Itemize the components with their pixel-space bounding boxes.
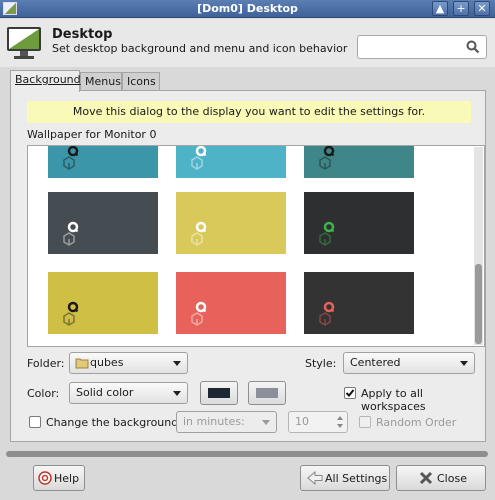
wallpaper-thumbnail[interactable]: [48, 146, 158, 178]
folder-label: Folder:: [27, 357, 65, 370]
style-value: Centered: [350, 356, 401, 369]
qubes-logo-icon: [191, 221, 207, 246]
window-menu-button[interactable]: ▲: [432, 1, 448, 16]
wallpaper-thumbnail[interactable]: [304, 146, 414, 178]
tab-background[interactable]: Background: [10, 70, 81, 92]
interval-unit-value: in minutes:: [183, 415, 245, 428]
all-settings-label: All Settings: [325, 472, 388, 485]
all-settings-button[interactable]: All Settings: [300, 465, 390, 491]
spin-down-icon[interactable]: [337, 424, 343, 428]
wallpaper-thumbnail[interactable]: [304, 272, 414, 334]
notice-banner: Move this dialog to the display you want…: [27, 101, 471, 123]
random-order-checkbox[interactable]: [359, 416, 371, 428]
window-close-button[interactable]: ✕: [474, 1, 490, 16]
window-titlebar[interactable]: [Dom0] Desktop ▲ + ✕: [0, 0, 495, 18]
plus-icon: +: [456, 2, 466, 15]
wallpaper-scrollbar-thumb[interactable]: [475, 264, 482, 344]
help-button[interactable]: Help: [33, 465, 85, 491]
color-label: Color:: [27, 387, 60, 400]
qubes-logo-icon: [319, 301, 335, 326]
apply-all-checkbox[interactable]: [344, 387, 356, 399]
qubes-logo-icon: [319, 146, 335, 170]
change-background-checkbox[interactable]: [29, 416, 41, 428]
qubes-logo-icon: [63, 221, 79, 246]
page-title: Desktop: [52, 27, 113, 42]
secondary-color-button[interactable]: [248, 381, 286, 405]
folder-value: qubes: [90, 356, 124, 369]
tab-menus[interactable]: Menus: [80, 72, 122, 91]
style-select[interactable]: Centered: [343, 352, 475, 374]
folder-icon: [75, 358, 89, 369]
arrow-up-icon: ▲: [435, 2, 445, 15]
background-panel: Move this dialog to the display you want…: [10, 90, 486, 442]
qubes-logo-icon: [63, 301, 79, 326]
chevron-down-icon: [460, 361, 468, 366]
random-order-label: Random Order: [376, 416, 457, 429]
checkmark-icon: [345, 389, 355, 397]
qubes-logo-icon: [319, 221, 335, 246]
help-icon: [38, 471, 52, 485]
primary-color-button[interactable]: [200, 381, 238, 405]
interval-spinner[interactable]: 10: [288, 411, 348, 433]
qubes-logo-icon: [191, 146, 207, 170]
color-mode-value: Solid color: [76, 386, 134, 399]
chevron-down-icon: [173, 391, 181, 396]
primary-color-swatch: [208, 388, 230, 398]
close-icon: ✕: [477, 2, 487, 15]
interval-unit-select[interactable]: in minutes:: [176, 411, 277, 433]
secondary-color-swatch: [256, 388, 278, 398]
qubes-logo-icon: [191, 301, 207, 326]
dialog-header: Desktop Set desktop background and menu …: [0, 19, 495, 67]
help-label: Help: [54, 472, 80, 485]
close-button[interactable]: Close: [396, 465, 486, 491]
window-maximize-button[interactable]: +: [453, 1, 469, 16]
wallpaper-thumbnail[interactable]: [48, 272, 158, 334]
wallpaper-grid[interactable]: [27, 145, 485, 347]
change-background-label: Change the background: [46, 416, 179, 429]
page-subtitle: Set desktop background and menu and icon…: [52, 42, 348, 55]
spin-up-icon[interactable]: [337, 416, 343, 420]
close-icon: [419, 471, 433, 485]
horizontal-scrollbar[interactable]: [6, 451, 488, 457]
apply-all-label: Apply to all workspaces: [361, 387, 426, 413]
chevron-down-icon: [173, 361, 181, 366]
arrow-left-icon: [307, 471, 323, 485]
tab-background-label: Background: [15, 73, 81, 86]
search-icon: [466, 40, 480, 54]
close-label: Close: [437, 472, 467, 485]
wallpaper-thumbnail[interactable]: [48, 192, 158, 254]
chevron-down-icon: [262, 420, 270, 425]
tab-icons-label: Icons: [127, 75, 156, 88]
monitor-icon: [7, 27, 41, 59]
search-input[interactable]: [357, 35, 487, 59]
wallpaper-label: Wallpaper for Monitor 0: [27, 128, 157, 141]
tab-icons[interactable]: Icons: [122, 72, 160, 91]
color-mode-select[interactable]: Solid color: [69, 382, 188, 404]
interval-value: 10: [295, 415, 309, 428]
wallpaper-thumbnail[interactable]: [176, 192, 286, 254]
window-title: [Dom0] Desktop: [197, 2, 298, 15]
qubes-logo-icon: [63, 146, 79, 170]
folder-select[interactable]: qubes: [69, 352, 188, 374]
wallpaper-thumbnail[interactable]: [176, 146, 286, 178]
wallpaper-thumbnail[interactable]: [304, 192, 414, 254]
style-label: Style:: [305, 357, 337, 370]
tab-menus-label: Menus: [85, 75, 121, 88]
wallpaper-thumbnail[interactable]: [176, 272, 286, 334]
